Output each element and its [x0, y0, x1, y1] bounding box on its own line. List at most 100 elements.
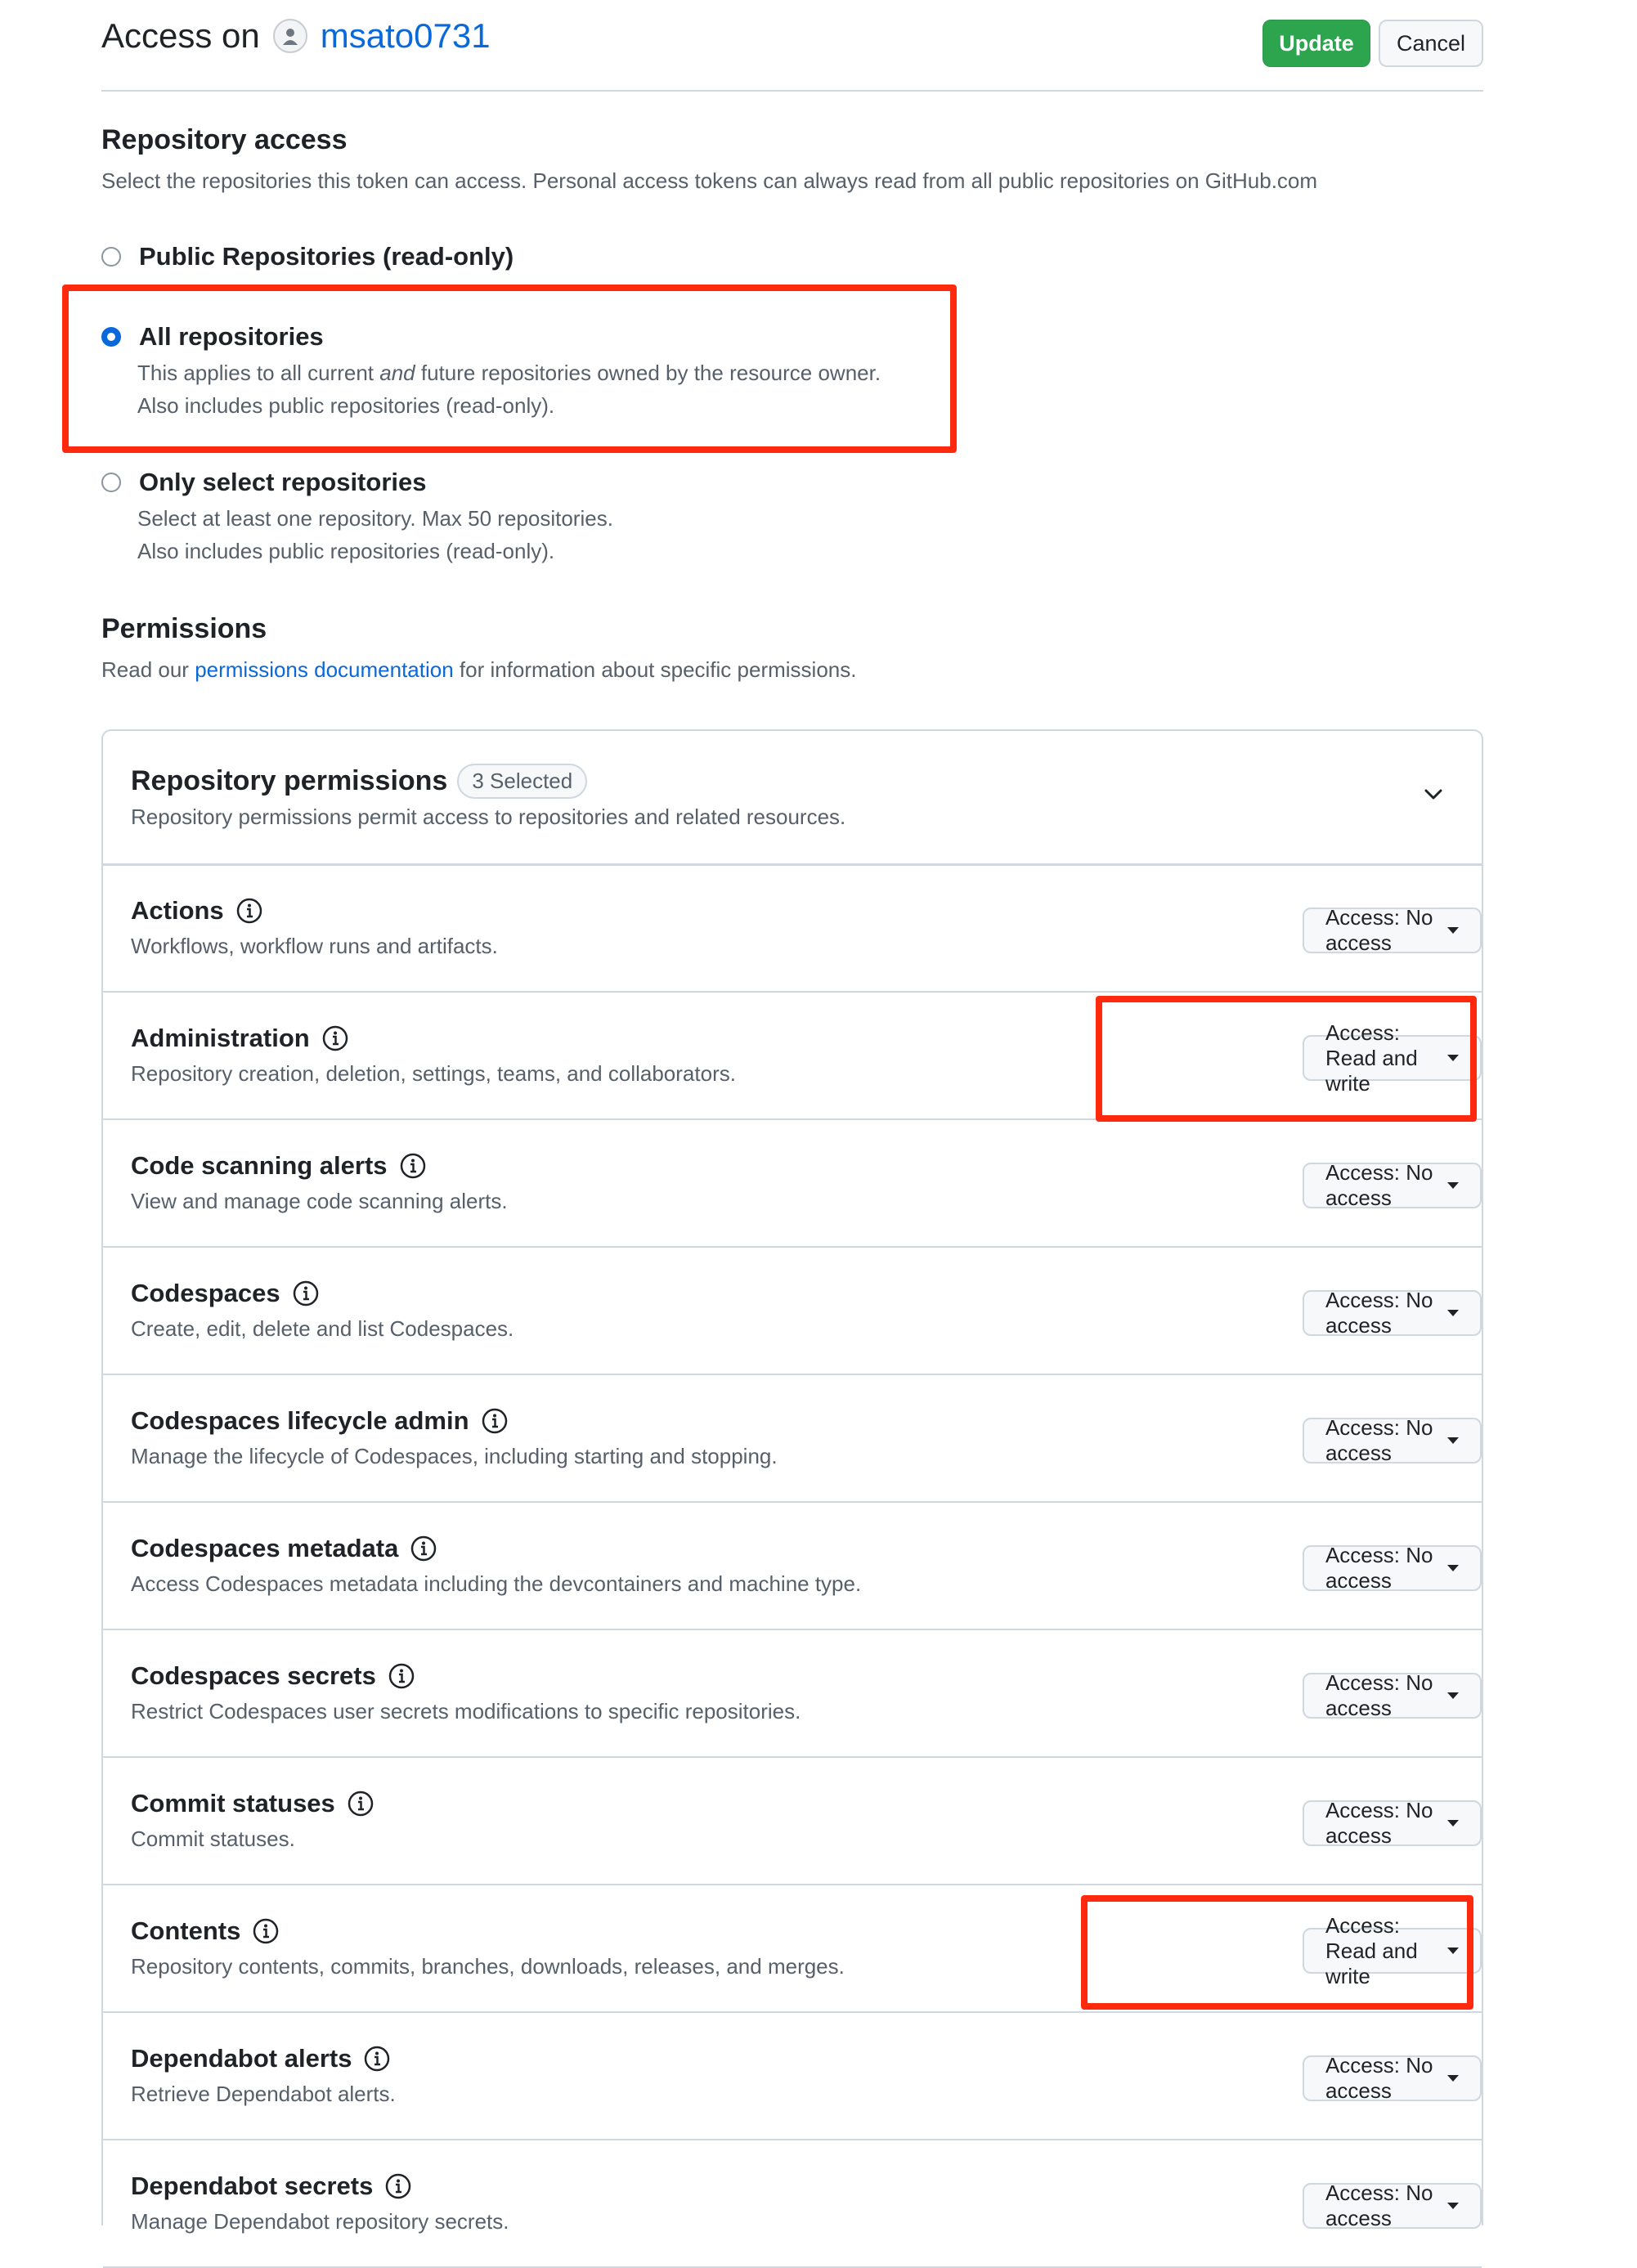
permission-name-label: Code scanning alerts	[131, 1151, 388, 1180]
access-level-label: Access: No access	[1325, 1670, 1433, 1720]
access-level-label: Access: No access	[1325, 1415, 1433, 1465]
permission-description: Workflows, workflow runs and artifacts.	[131, 934, 498, 958]
info-icon[interactable]	[399, 1152, 427, 1180]
caret-down-icon	[1447, 1820, 1459, 1827]
permission-row: Codespaces Create, edit, delete and list …	[103, 1248, 1482, 1375]
info-icon[interactable]	[410, 1535, 437, 1562]
access-level-label: Access: No access	[1325, 905, 1433, 955]
only-select-repositories-label[interactable]: Only select repositories	[139, 468, 426, 497]
all-repositories-label[interactable]: All repositories	[139, 322, 324, 352]
permission-name: Code scanning alerts	[131, 1151, 427, 1181]
only-select-repositories-radio[interactable]	[101, 473, 121, 492]
access-level-label: Access: No access	[1325, 2181, 1433, 2230]
permission-description: Create, edit, delete and list Codespaces…	[131, 1316, 514, 1341]
info-icon[interactable]	[388, 1662, 415, 1690]
info-icon[interactable]	[292, 1280, 320, 1307]
permission-name: Codespaces metadata	[131, 1534, 437, 1563]
repository-access-description: Select the repositories this token can a…	[101, 168, 1318, 193]
access-dropdown-button[interactable]: Access: No access	[1302, 905, 1482, 955]
permission-name-label: Codespaces metadata	[131, 1534, 399, 1562]
permission-name: Dependabot alerts	[131, 2044, 391, 2073]
permission-description: Restrict Codespaces user secrets modific…	[131, 1699, 801, 1723]
permission-row: Codespaces lifecycle admin Manage the lif…	[103, 1375, 1482, 1503]
permission-name: Contents	[131, 1916, 280, 1946]
public-repositories-label[interactable]: Public Repositories (read-only)	[139, 242, 514, 271]
info-icon[interactable]	[235, 897, 263, 925]
caret-down-icon	[1447, 2075, 1459, 2082]
permission-name: Codespaces secrets	[131, 1661, 415, 1691]
permission-description: Retrieve Dependabot alerts.	[131, 2082, 396, 2106]
caret-down-icon	[1447, 1182, 1459, 1189]
repository-permissions-header[interactable]: Repository permissions 3 Selected	[131, 764, 588, 799]
repository-permissions-title: Repository permissions	[131, 765, 448, 796]
permission-name-label: Administration	[131, 1024, 310, 1052]
repository-access-title: Repository access	[101, 124, 348, 155]
permission-name: Actions	[131, 896, 263, 926]
permission-name-label: Codespaces lifecycle admin	[131, 1406, 469, 1435]
header-divider	[101, 90, 1483, 92]
info-icon[interactable]	[384, 2172, 412, 2200]
info-icon[interactable]	[321, 1024, 349, 1052]
avatar	[272, 19, 307, 53]
permission-name: Dependabot secrets	[131, 2172, 412, 2201]
permission-row: Codespaces secrets Restrict Codespaces us…	[103, 1630, 1482, 1758]
access-dropdown-button[interactable]: Access: No access	[1302, 2181, 1482, 2230]
access-dropdown-button[interactable]: Access: No access	[1302, 1670, 1482, 1720]
permission-name-label: Contents	[131, 1916, 241, 1945]
access-dropdown-button[interactable]: Access: No access	[1302, 1543, 1482, 1593]
access-level-label: Access: No access	[1325, 1160, 1433, 1210]
chevron-down-icon[interactable]	[1423, 783, 1444, 805]
access-level-label: Access: No access	[1325, 1798, 1433, 1848]
permission-name: Administration	[131, 1024, 349, 1053]
page-title: Access on msato0731	[101, 16, 491, 56]
repository-permissions-description: Repository permissions permit access to …	[131, 805, 846, 829]
cancel-button[interactable]: Cancel	[1379, 20, 1483, 67]
permissions-documentation-link[interactable]: permissions documentation	[195, 657, 454, 682]
permission-name-label: Codespaces secrets	[131, 1661, 376, 1690]
access-on-label: Access on	[101, 16, 260, 55]
permission-description: Commit statuses.	[131, 1827, 295, 1851]
caret-down-icon	[1447, 927, 1459, 934]
permission-name-label: Actions	[131, 896, 224, 925]
public-repositories-radio[interactable]	[101, 247, 121, 267]
permission-name: Commit statuses	[131, 1789, 374, 1818]
permission-name: Codespaces lifecycle admin	[131, 1406, 509, 1436]
caret-down-icon	[1447, 1692, 1459, 1699]
all-repositories-radio[interactable]	[101, 327, 121, 347]
permission-name-label: Dependabot alerts	[131, 2044, 352, 2073]
update-button[interactable]: Update	[1263, 20, 1370, 67]
selected-count-badge: 3 Selected	[457, 764, 588, 799]
permission-row: Commit statuses Commit statuses. Access: N…	[103, 1758, 1482, 1885]
permission-description: Access Codespaces metadata including the…	[131, 1571, 862, 1596]
info-icon[interactable]	[363, 2045, 391, 2073]
access-level-label: Access: No access	[1325, 2053, 1433, 2103]
info-icon[interactable]	[252, 1917, 280, 1945]
permission-row: Codespaces metadata Access Codespaces met…	[103, 1503, 1482, 1630]
caret-down-icon	[1447, 1565, 1459, 1571]
caret-down-icon	[1447, 2203, 1459, 2209]
permission-description: View and manage code scanning alerts.	[131, 1189, 508, 1213]
permission-row: Code scanning alerts View and manage code…	[103, 1120, 1482, 1248]
permission-name-label: Dependabot secrets	[131, 2172, 374, 2200]
highlight-box-contents	[1081, 1895, 1473, 2010]
owner-link[interactable]: msato0731	[321, 16, 491, 56]
permissions-title: Permissions	[101, 613, 267, 644]
access-dropdown-button[interactable]: Access: No access	[1302, 1798, 1482, 1848]
permission-row: Dependabot secrets Manage Dependabot repo…	[103, 2140, 1482, 2268]
access-dropdown-button[interactable]: Access: No access	[1302, 1415, 1482, 1465]
all-repositories-desc-line2: Also includes public repositories (read-…	[137, 393, 555, 418]
caret-down-icon	[1447, 1437, 1459, 1444]
access-level-label: Access: No access	[1325, 1543, 1433, 1593]
access-dropdown-button[interactable]: Access: No access	[1302, 1160, 1482, 1210]
permission-name-label: Codespaces	[131, 1279, 280, 1307]
info-icon[interactable]	[347, 1790, 374, 1818]
permission-row: Dependabot alerts Retrieve Dependabot ale…	[103, 2013, 1482, 2140]
info-icon[interactable]	[481, 1407, 509, 1435]
permission-description: Manage Dependabot repository secrets.	[131, 2209, 509, 2234]
access-dropdown-button[interactable]: Access: No access	[1302, 1288, 1482, 1338]
permission-name-label: Commit statuses	[131, 1789, 335, 1818]
caret-down-icon	[1447, 1310, 1459, 1316]
access-dropdown-button[interactable]: Access: No access	[1302, 2053, 1482, 2103]
only-select-desc-line2: Also includes public repositories (read-…	[137, 539, 555, 563]
permission-row: Actions Workflows, workflow runs and arti…	[103, 865, 1482, 993]
